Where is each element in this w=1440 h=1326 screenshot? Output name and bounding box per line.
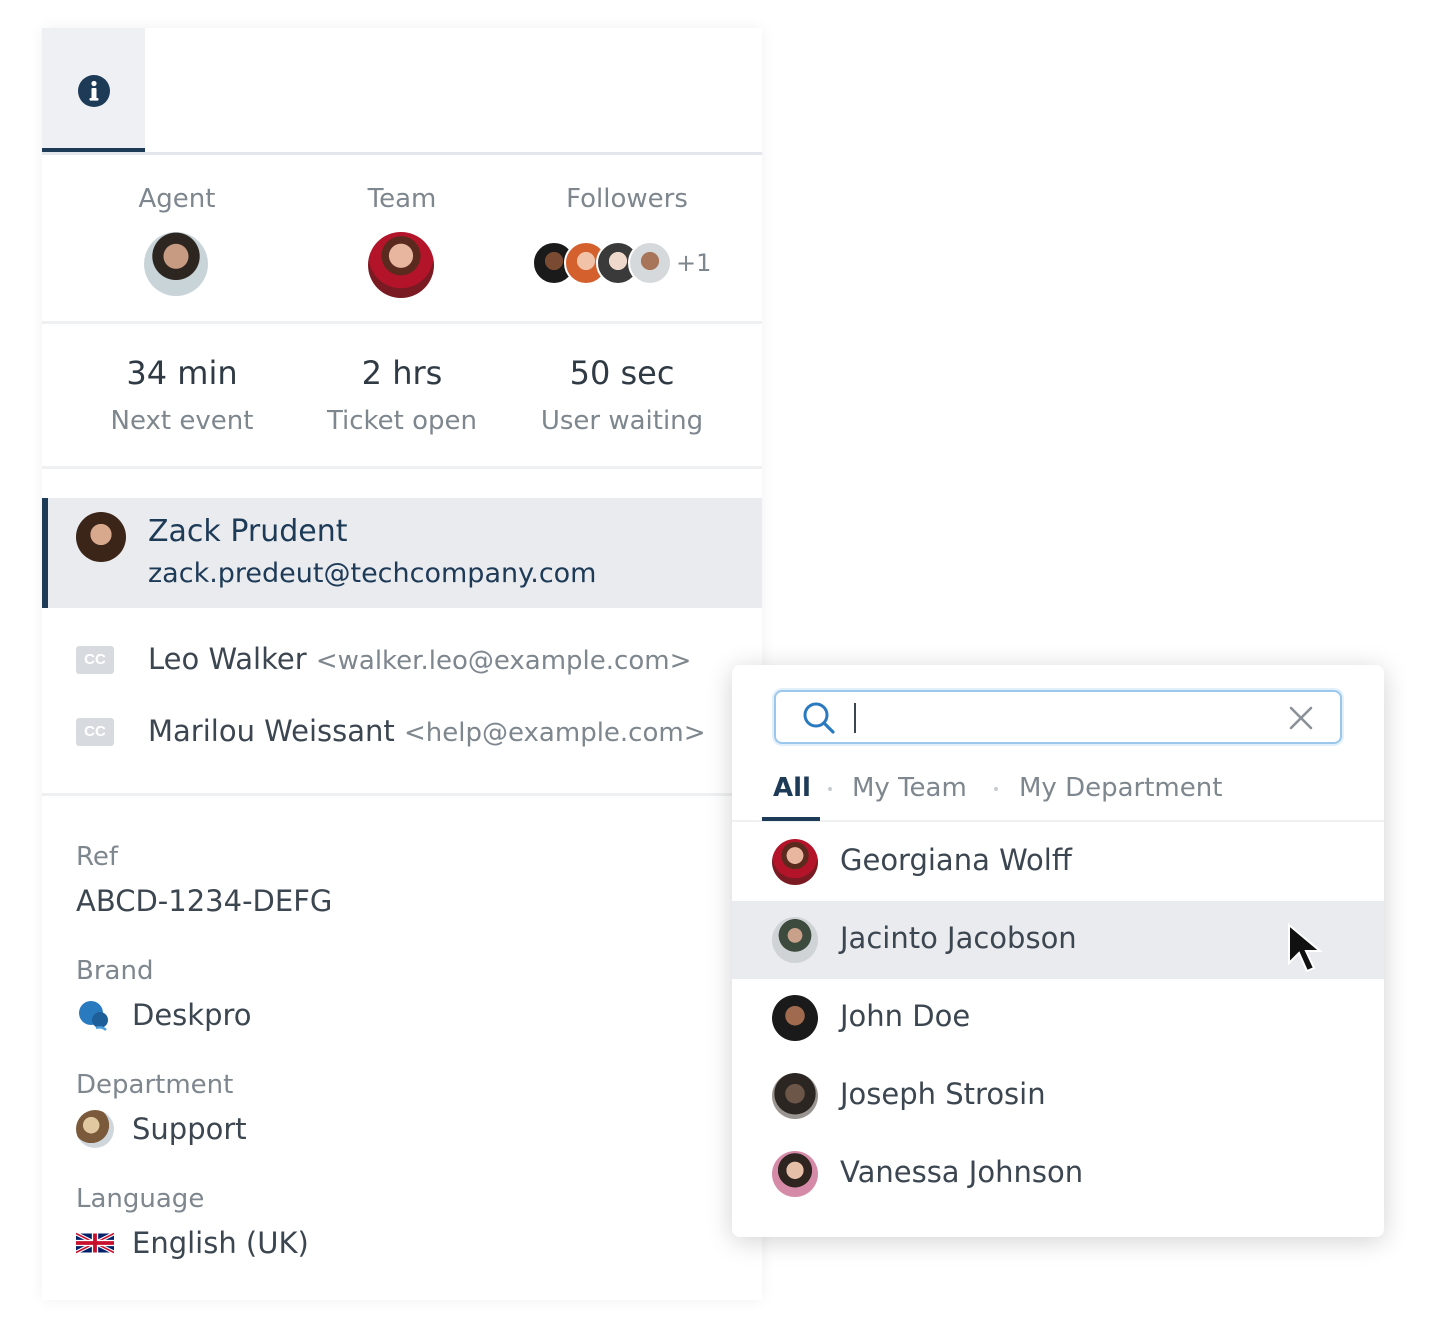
followers-label: Followers (566, 184, 688, 214)
cc-badge: CC (76, 646, 114, 674)
agent-label: Agent (138, 184, 216, 214)
metric-label: Next event (110, 406, 254, 436)
metric-value: 50 sec (569, 354, 675, 392)
clear-icon[interactable] (1288, 705, 1314, 731)
agent-option-avatar (772, 917, 818, 963)
agent-option-name: John Doe (840, 999, 971, 1033)
department-value[interactable]: Support (132, 1112, 247, 1146)
agent-option[interactable]: John Doe (732, 979, 1384, 1057)
agent-option-name: Jacinto Jacobson (840, 921, 1077, 955)
agent-option-name: Joseph Strosin (840, 1077, 1046, 1111)
tab-separator (828, 787, 832, 791)
agent-option-name: Vanessa Johnson (840, 1155, 1084, 1189)
agent-picker-dropdown: All My Team My Department Georgiana Wolf… (732, 665, 1384, 1237)
metric-label: Ticket open (326, 406, 478, 436)
metric-value: 2 hrs (361, 354, 443, 392)
metric-label: User waiting (540, 406, 704, 436)
cc-email: <walker.leo@example.com> (315, 646, 692, 676)
agent-option-avatar (772, 1151, 818, 1197)
agent-search-input[interactable] (860, 700, 1264, 734)
agent-option-avatar (772, 839, 818, 885)
followers-avatar-stack[interactable]: +1 (532, 241, 712, 287)
department-label: Department (76, 1070, 234, 1100)
divider (42, 466, 762, 469)
metric-next-event: 34 min Next event (82, 354, 282, 436)
cc-email: <help@example.com> (404, 718, 706, 748)
divider (42, 321, 762, 324)
brand-label: Brand (76, 956, 154, 986)
text-caret (854, 703, 856, 733)
agent-option-avatar (772, 995, 818, 1041)
agent-column: Agent (112, 184, 242, 214)
team-label: Team (367, 184, 437, 214)
filter-tab-all[interactable]: All (773, 773, 811, 803)
agent-option[interactable]: Georgiana Wolff (732, 823, 1384, 901)
requester-card[interactable]: Zack Prudent zack.predeut@techcompany.co… (42, 498, 762, 608)
followers-more-count: +1 (676, 249, 712, 277)
divider (42, 793, 762, 796)
agent-option[interactable]: Joseph Strosin (732, 1057, 1384, 1135)
brand-value[interactable]: Deskpro (132, 998, 252, 1032)
requester-email: zack.predeut@techcompany.com (148, 558, 597, 589)
metric-ticket-open: 2 hrs Ticket open (302, 354, 502, 436)
agent-option[interactable]: Jacinto Jacobson (732, 901, 1384, 979)
tab-separator (994, 787, 998, 791)
panel-tab-bar (42, 28, 762, 155)
language-value[interactable]: English (UK) (132, 1226, 309, 1260)
cc-name: Leo Walker (148, 642, 307, 676)
team-column: Team (337, 184, 467, 214)
follower-avatar (628, 241, 672, 285)
agent-option-name: Georgiana Wolff (840, 843, 1072, 877)
cc-row[interactable]: CC Marilou Weissant <help@example.com> (42, 714, 762, 754)
ref-value[interactable]: ABCD-1234-DEFG (76, 884, 332, 918)
cc-badge: CC (76, 718, 114, 746)
agent-option[interactable]: Vanessa Johnson (732, 1135, 1384, 1213)
ticket-properties-panel: Agent Team Followers +1 34 min Next even… (42, 28, 762, 1300)
agent-search-field[interactable] (774, 690, 1342, 744)
uk-flag-icon (76, 1232, 114, 1254)
team-avatar[interactable] (368, 232, 434, 298)
requester-avatar (76, 512, 126, 562)
metric-user-waiting: 50 sec User waiting (512, 354, 732, 436)
cc-name: Marilou Weissant (148, 714, 395, 748)
filter-tab-my-team[interactable]: My Team (852, 773, 967, 803)
cc-entry: Marilou Weissant <help@example.com> (148, 714, 706, 748)
agent-avatar[interactable] (144, 232, 208, 296)
info-icon (78, 75, 110, 107)
language-label: Language (76, 1184, 205, 1214)
tabs-divider (732, 820, 1384, 822)
followers-column: Followers (547, 184, 707, 214)
search-icon (803, 702, 835, 734)
requester-name: Zack Prudent (148, 514, 348, 549)
cc-entry: Leo Walker <walker.leo@example.com> (148, 642, 691, 676)
mouse-cursor-icon (1288, 923, 1323, 973)
cc-row[interactable]: CC Leo Walker <walker.leo@example.com> (42, 642, 762, 682)
deskpro-logo-icon (79, 1001, 108, 1031)
ref-label: Ref (76, 842, 119, 872)
active-tab-indicator (762, 817, 820, 821)
agent-option-avatar (772, 1073, 818, 1119)
department-icon (76, 1110, 114, 1148)
metric-value: 34 min (126, 354, 238, 392)
tab-info[interactable] (42, 28, 145, 152)
filter-tab-my-department[interactable]: My Department (1019, 773, 1222, 803)
